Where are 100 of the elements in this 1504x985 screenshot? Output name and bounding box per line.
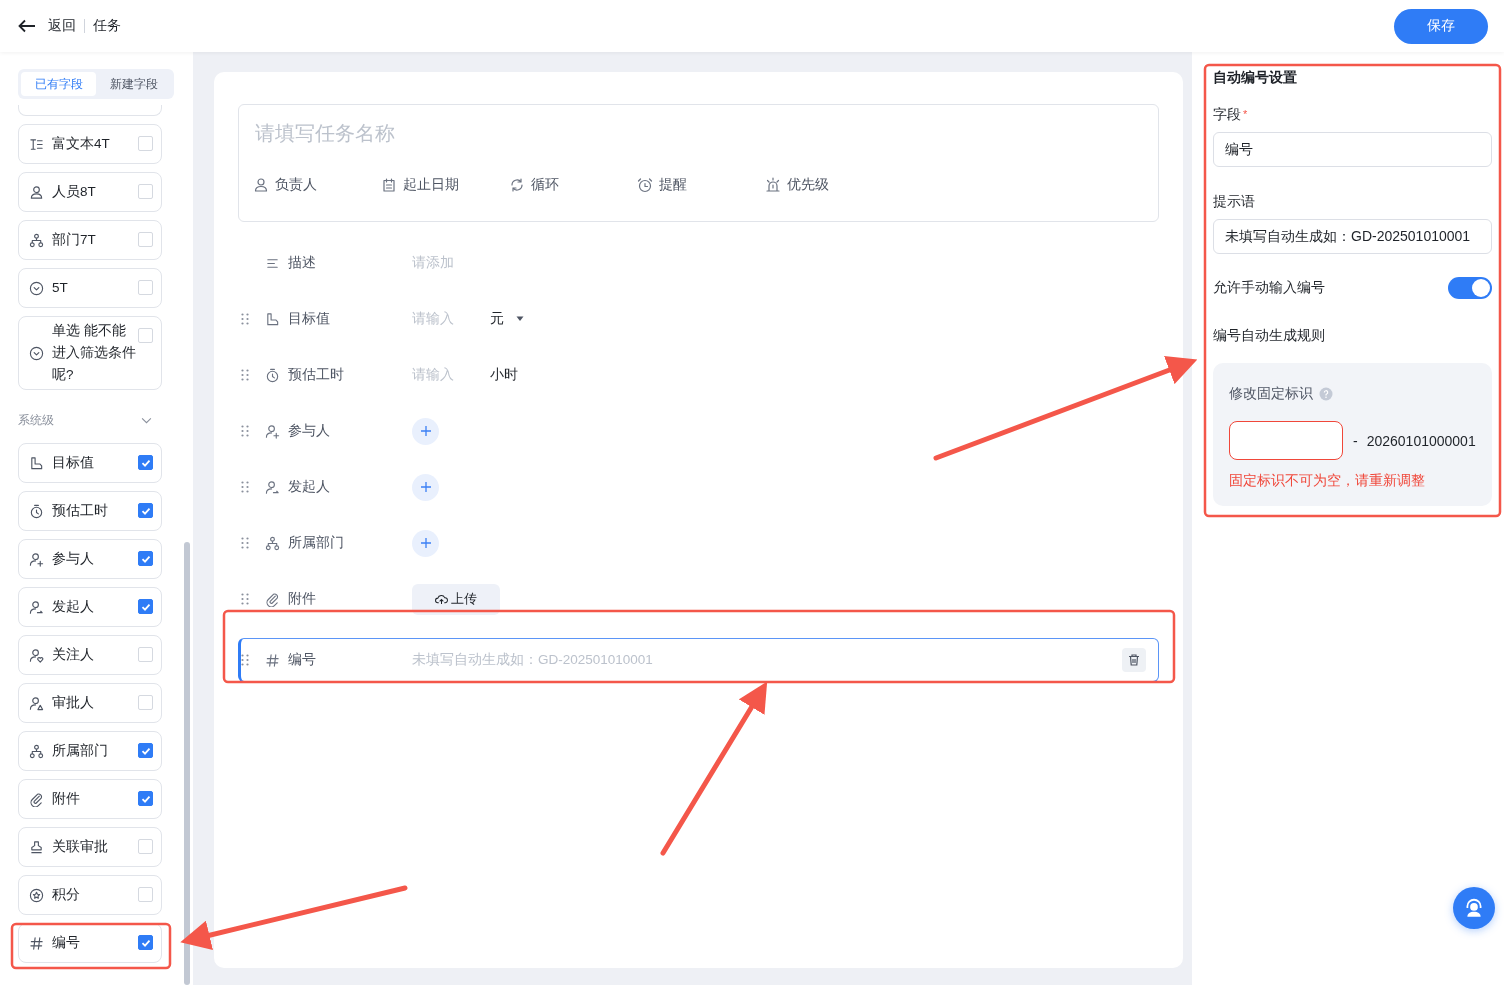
page-title: 任务	[93, 17, 121, 35]
field-card[interactable]: 部门7T	[18, 220, 162, 260]
stopwatch-icon	[265, 367, 280, 383]
field-label: 部门7T	[52, 231, 97, 249]
person-plus-icon	[29, 551, 44, 567]
unit-dropdown[interactable]: 元	[490, 310, 524, 328]
form-row[interactable]: 发起人	[238, 460, 1159, 514]
row-label: 预估工时	[288, 366, 345, 384]
field-card[interactable]: 目标值	[18, 443, 162, 483]
scrollbar-thumb[interactable]	[183, 542, 190, 985]
hint-input[interactable]: 未填写自动生成如：GD-202501010001	[1213, 219, 1492, 254]
field-label: 参与人	[52, 550, 95, 568]
attribute-button[interactable]: 提醒	[637, 176, 765, 194]
row-label: 目标值	[288, 310, 331, 328]
field-card[interactable]: 积分	[18, 875, 162, 915]
form-row[interactable]: 预估工时 请输入 小时	[238, 348, 1159, 402]
checkbox[interactable]	[138, 551, 153, 566]
form-row[interactable]: 目标值 请输入 元	[238, 292, 1159, 346]
chevron-icon[interactable]	[141, 417, 152, 424]
upload-button[interactable]: 上传	[412, 583, 500, 615]
hash-icon	[29, 935, 44, 951]
form-row[interactable]: 参与人	[238, 404, 1159, 458]
field-card[interactable]: 附件	[18, 779, 162, 819]
person-stamp-icon	[29, 695, 44, 711]
add-button[interactable]	[412, 417, 439, 445]
drag-handle-icon[interactable]	[241, 313, 249, 325]
repeat-icon	[509, 177, 525, 193]
field-label: 附件	[52, 790, 81, 808]
field-label: 富文本4T	[52, 135, 111, 153]
toggle-label: 允许手动输入编号	[1213, 279, 1325, 297]
delete-button[interactable]	[1122, 648, 1146, 672]
sequence-number: 20260101000001	[1366, 432, 1476, 449]
drag-handle-icon[interactable]	[241, 537, 249, 549]
field-card[interactable]: 发起人	[18, 587, 162, 627]
drag-handle-icon[interactable]	[241, 481, 249, 493]
field-label: 关联审批	[52, 838, 109, 856]
person-heart-icon	[29, 647, 44, 663]
attribute-button[interactable]: 负责人	[253, 176, 381, 194]
field-card[interactable]: 单选 能不能进入筛选条件呢?	[18, 316, 162, 390]
field-label: 单选 能不能进入筛选条件呢?	[52, 322, 137, 384]
org-chart-icon	[265, 535, 280, 551]
beacon-icon	[765, 177, 781, 193]
field-label: 积分	[52, 886, 81, 904]
checkbox[interactable]	[138, 503, 153, 518]
field-card[interactable]: 人员8T	[18, 172, 162, 212]
person-arrow-icon	[265, 479, 280, 495]
field-tab[interactable]: 已有字段	[21, 72, 96, 96]
selected-form-row[interactable]: 编号 未填写自动生成如：GD-202501010001	[238, 638, 1159, 682]
checkbox[interactable]	[138, 743, 153, 758]
drag-handle-icon[interactable]	[241, 369, 249, 381]
attribute-button[interactable]: 起止日期	[381, 176, 509, 194]
form-row[interactable]: 附件 上传	[238, 572, 1159, 626]
separator-text: -	[1353, 432, 1358, 449]
drag-handle-icon[interactable]	[241, 654, 249, 666]
caret-icon	[516, 316, 524, 322]
toggle-switch[interactable]	[1448, 277, 1492, 299]
attribute-button[interactable]: 循环	[509, 176, 637, 194]
field-label: 人员8T	[52, 183, 97, 201]
alarm-clock-icon	[637, 177, 653, 193]
field-card[interactable]: 富文本4T	[18, 124, 162, 164]
checkbox[interactable]	[138, 791, 153, 806]
row-label: 发起人	[288, 478, 331, 496]
paperclip-icon	[29, 791, 44, 807]
add-button[interactable]	[412, 529, 439, 557]
prefix-input[interactable]	[1229, 421, 1343, 460]
field-label: 提示语	[1213, 193, 1255, 209]
error-message: 固定标识不可为空，请重新调整	[1229, 472, 1426, 490]
field-tab[interactable]: 新建字段	[96, 72, 171, 96]
field-label: 字段	[1213, 106, 1241, 122]
field-card[interactable]: 预估工时	[18, 491, 162, 531]
checkbox[interactable]	[138, 599, 153, 614]
person-arrow-icon	[29, 599, 44, 615]
field-card[interactable]: 参与人	[18, 539, 162, 579]
hash-icon	[265, 652, 280, 668]
form-row[interactable]: 所属部门	[238, 516, 1159, 570]
task-title-field[interactable]: 请填写任务名称 负责人 起止日期 循环 提醒 优先级	[238, 104, 1159, 222]
drag-handle-icon[interactable]	[241, 425, 249, 437]
back-arrow-icon[interactable]	[18, 19, 36, 33]
field-card[interactable]	[18, 105, 162, 116]
drag-handle-icon[interactable]	[241, 593, 249, 605]
checkbox[interactable]	[138, 935, 153, 950]
back-link[interactable]: 返回	[48, 17, 76, 35]
add-button[interactable]	[412, 473, 439, 501]
form-row[interactable]: 描述 请添加	[238, 236, 1159, 290]
field-card[interactable]: 5T	[18, 268, 162, 308]
field-card[interactable]: 所属部门	[18, 731, 162, 771]
org-chart-icon	[29, 232, 44, 248]
org-chart-icon	[29, 743, 44, 759]
checkbox[interactable]	[138, 455, 153, 470]
attribute-button[interactable]: 优先级	[765, 176, 893, 194]
section-label: 编号自动生成规则	[1213, 326, 1326, 345]
field-name-input[interactable]: 编号	[1213, 132, 1492, 167]
save-button[interactable]: 保存	[1394, 8, 1488, 44]
person-plus-icon	[265, 423, 280, 439]
field-card[interactable]: 关联审批	[18, 827, 162, 867]
field-label: 审批人	[52, 694, 95, 712]
boot-icon	[265, 311, 280, 327]
panel-title: 自动编号设置	[1213, 68, 1298, 87]
field-card[interactable]: 审批人	[18, 683, 162, 723]
field-card[interactable]: 关注人	[18, 635, 162, 675]
